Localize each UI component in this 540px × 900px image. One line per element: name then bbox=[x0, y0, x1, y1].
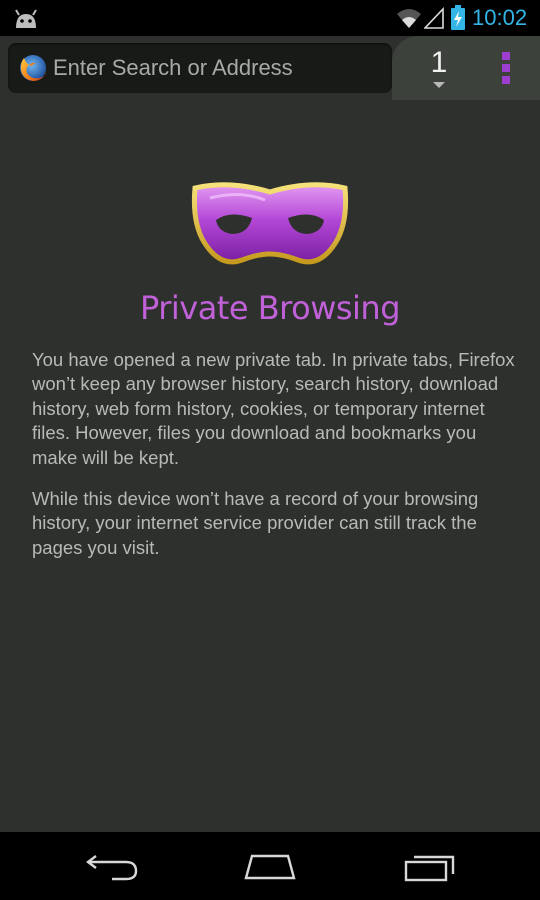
url-bar[interactable]: Enter Search or Address bbox=[8, 43, 392, 93]
tab-count: 1 bbox=[430, 46, 448, 79]
firefox-icon bbox=[20, 55, 46, 81]
system-nav-bar bbox=[0, 832, 540, 900]
back-icon[interactable] bbox=[82, 850, 144, 884]
menu-button[interactable] bbox=[488, 48, 524, 88]
browser-toolbar: Enter Search or Address 1 bbox=[0, 36, 540, 100]
private-tab-explanation: You have opened a new private tab. In pr… bbox=[32, 349, 515, 468]
battery-charging-icon bbox=[451, 5, 465, 30]
wifi-icon bbox=[397, 9, 421, 28]
menu-icon-dot bbox=[502, 76, 510, 84]
android-icon bbox=[15, 9, 37, 28]
private-browsing-page: Private Browsing You have opened a new p… bbox=[0, 100, 540, 832]
signal-icon bbox=[424, 6, 444, 29]
url-input-placeholder: Enter Search or Address bbox=[53, 55, 293, 80]
status-bar: 10:02 bbox=[0, 0, 540, 36]
mask-icon bbox=[191, 182, 349, 265]
menu-icon-dot bbox=[502, 64, 510, 72]
tabs-button[interactable]: 1 bbox=[416, 44, 462, 94]
recents-icon[interactable] bbox=[400, 850, 460, 884]
menu-icon bbox=[502, 52, 510, 60]
tabs-arrow-icon bbox=[433, 82, 445, 88]
status-clock: 10:02 bbox=[472, 5, 528, 30]
home-icon[interactable] bbox=[240, 850, 300, 884]
isp-tracking-note: While this device won’t have a record of… bbox=[32, 488, 479, 558]
page-title: Private Browsing bbox=[139, 289, 401, 327]
